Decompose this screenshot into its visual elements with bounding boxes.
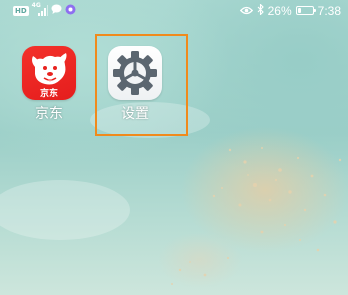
app-label-jd: 京东 [35, 106, 63, 122]
eye-icon [239, 4, 253, 18]
jd-dog-icon[interactable]: 京东 [22, 46, 76, 100]
jd-logo-text: 京东 [40, 87, 58, 99]
clock-time: 7:38 [317, 3, 341, 18]
hd-icon: HD [13, 5, 29, 16]
app-jd[interactable]: 京东 京东 [13, 46, 85, 122]
network-type-label: 4G [31, 1, 41, 9]
chat-icon [51, 4, 62, 17]
signal-icon: 4G [31, 1, 48, 17]
app-notification-icon [65, 4, 76, 18]
bluetooth-icon [257, 2, 264, 18]
status-bar-left: HD 4G [13, 1, 76, 18]
battery-fill [297, 8, 302, 13]
status-bar-right: 26% 7:38 [239, 2, 341, 18]
battery-percent: 26% [267, 3, 292, 18]
battery-icon [295, 6, 316, 15]
settings-highlight-box [95, 34, 188, 136]
status-bar: HD 4G 26% 7:38 [0, 0, 348, 22]
